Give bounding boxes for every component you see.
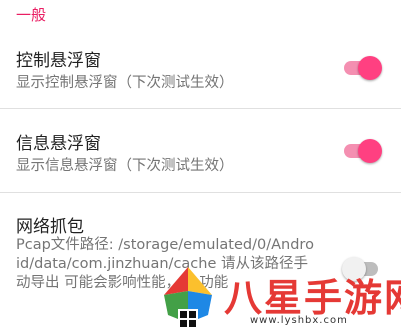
setting-control-float-window[interactable]: 控制悬浮窗 显示控制悬浮窗（下次测试生效） (0, 0, 401, 108)
setting-summary: 显示信息悬浮窗（下次测试生效） (16, 158, 234, 174)
watermark-text: 八星手游网 (224, 276, 401, 320)
watermark: 八星手游网 www.lyshbx.com (150, 255, 401, 331)
control-float-window-switch[interactable] (342, 54, 382, 80)
watermark-url: www.lyshbx.com (250, 315, 348, 326)
setting-title: 网络抓包 (16, 217, 84, 237)
switch-thumb (358, 139, 382, 163)
watermark-logo-icon (164, 267, 212, 329)
setting-title: 控制悬浮窗 (16, 51, 101, 71)
switch-thumb (358, 56, 382, 80)
setting-info-float-window[interactable]: 信息悬浮窗 显示信息悬浮窗（下次测试生效） (0, 109, 401, 192)
setting-title: 信息悬浮窗 (16, 134, 101, 154)
settings-page: 一般 控制悬浮窗 显示控制悬浮窗（下次测试生效） 信息悬浮窗 显示信息悬浮窗（下… (0, 0, 401, 331)
info-float-window-switch[interactable] (342, 137, 382, 163)
setting-summary: 显示控制悬浮窗（下次测试生效） (16, 75, 234, 91)
